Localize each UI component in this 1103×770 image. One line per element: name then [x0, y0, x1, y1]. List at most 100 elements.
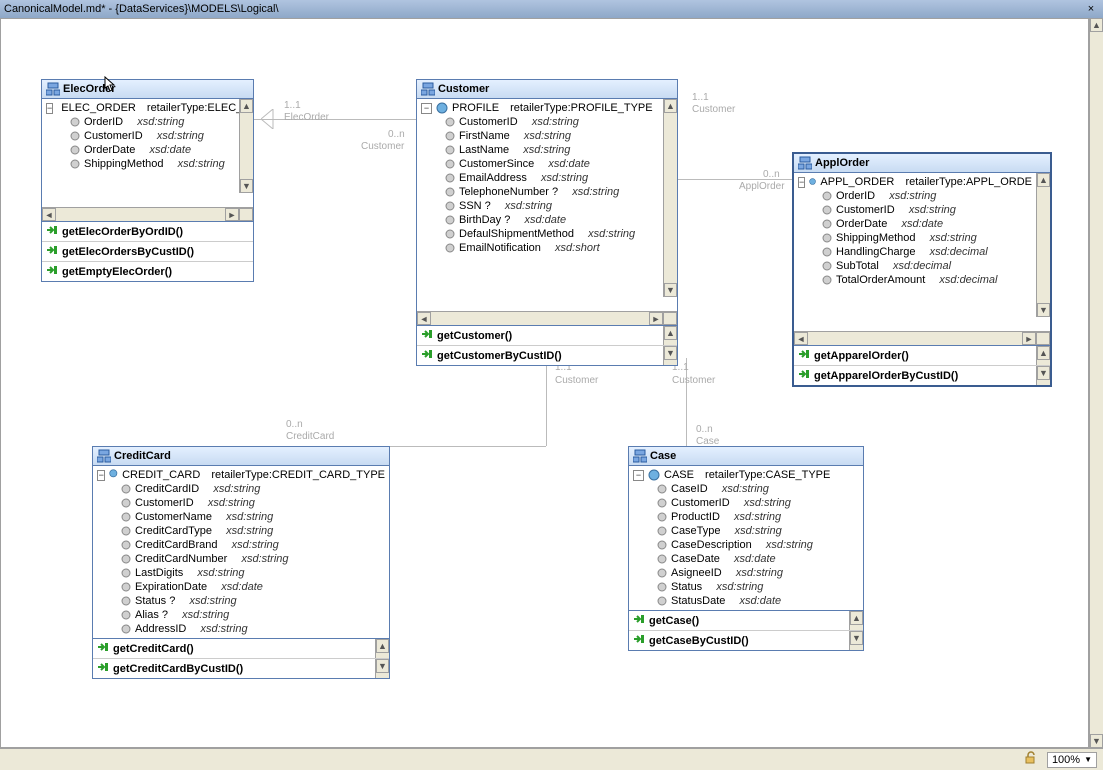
ops-scroll-up[interactable]: ▲ — [1036, 346, 1050, 365]
operation[interactable]: getCustomerByCustID() — [417, 346, 663, 365]
zoom-dropdown-icon[interactable]: ▼ — [1084, 755, 1092, 764]
entity-applorder[interactable]: ApplOrder − APPL_ORDER retailerType:APPL… — [792, 152, 1052, 387]
operation[interactable]: getCaseByCustID() — [629, 631, 849, 650]
attribute-row[interactable]: CustomerID xsd:string — [417, 115, 663, 129]
attribute-row[interactable]: CustomerID xsd:string — [794, 203, 1036, 217]
attribute-row[interactable]: ShippingMethod xsd:string — [42, 157, 239, 171]
ops-scroll-down[interactable]: ▼ — [663, 346, 677, 365]
attribute-icon — [657, 540, 667, 550]
entity-scrollbar[interactable]: ▲▼ — [663, 99, 677, 297]
entity-hscroll[interactable]: ◄► — [42, 207, 253, 221]
attribute-row[interactable]: CreditCardNumber xsd:string — [93, 552, 389, 566]
attribute-row[interactable]: CustomerID xsd:string — [93, 496, 389, 510]
entity-scrollbar[interactable]: ▲▼ — [239, 99, 253, 193]
attribute-row[interactable]: CaseID xsd:string — [629, 482, 863, 496]
entity-customer[interactable]: Customer − PROFILE retailerType:PROFILE_… — [416, 79, 678, 366]
operation[interactable]: getElecOrderByOrdID() — [42, 222, 253, 241]
attribute-row[interactable]: CreditCardBrand xsd:string — [93, 538, 389, 552]
operation[interactable]: getApparelOrder() — [794, 346, 1036, 365]
diagram-canvas[interactable]: 1..1 ElecOrder 0..n Customer 1..1 Custom… — [0, 18, 1089, 748]
ops-scroll-up[interactable]: ▲ — [849, 611, 863, 630]
ops-scroll-down[interactable]: ▼ — [849, 631, 863, 650]
entity-root[interactable]: − CASE retailerType:CASE_TYPE — [629, 468, 863, 482]
scroll-down-icon[interactable]: ▼ — [1090, 734, 1103, 748]
attribute-row[interactable]: Status xsd:string — [629, 580, 863, 594]
main-vscroll[interactable]: ▲ ▼ — [1089, 18, 1103, 748]
attribute-row[interactable]: AsigneeID xsd:string — [629, 566, 863, 580]
operation[interactable]: getCreditCardByCustID() — [93, 659, 375, 678]
entity-root[interactable]: − APPL_ORDER retailerType:APPL_ORDE — [794, 175, 1036, 189]
attribute-row[interactable]: CaseType xsd:string — [629, 524, 863, 538]
collapse-icon[interactable]: − — [46, 103, 53, 114]
operation[interactable]: getCustomer() — [417, 326, 663, 345]
attribute-row[interactable]: TelephoneNumber ? xsd:string — [417, 185, 663, 199]
attribute-row[interactable]: AddressID xsd:string — [93, 622, 389, 636]
entity-elecorder[interactable]: ElecOrder − ELEC_ORDER retailerType:ELEC… — [41, 79, 254, 282]
attribute-row[interactable]: OrderID xsd:string — [42, 115, 239, 129]
attribute-row[interactable]: ProductID xsd:string — [629, 510, 863, 524]
attribute-row[interactable]: ShippingMethod xsd:string — [794, 231, 1036, 245]
attribute-row[interactable]: StatusDate xsd:date — [629, 594, 863, 608]
operation[interactable]: getElecOrdersByCustID() — [42, 242, 253, 261]
entity-root[interactable]: − PROFILE retailerType:PROFILE_TYPE — [417, 101, 663, 115]
close-icon[interactable]: × — [1083, 3, 1099, 15]
operation-icon — [46, 264, 58, 279]
entity-header[interactable]: Customer — [417, 80, 677, 99]
attribute-row[interactable]: ExpirationDate xsd:date — [93, 580, 389, 594]
attribute-row[interactable]: BirthDay ? xsd:date — [417, 213, 663, 227]
attribute-name: OrderID — [836, 190, 875, 202]
entity-header[interactable]: CreditCard — [93, 447, 389, 466]
entity-hscroll[interactable]: ◄► — [417, 311, 677, 325]
attribute-row[interactable]: CustomerName xsd:string — [93, 510, 389, 524]
attribute-row[interactable]: LastName xsd:string — [417, 143, 663, 157]
attribute-row[interactable]: DefaulShipmentMethod xsd:string — [417, 227, 663, 241]
attribute-row[interactable]: SubTotal xsd:decimal — [794, 259, 1036, 273]
scroll-up-icon[interactable]: ▲ — [1090, 18, 1103, 32]
entity-hscroll[interactable]: ◄► — [794, 331, 1050, 345]
attribute-row[interactable]: CustomerID xsd:string — [629, 496, 863, 510]
ops-scroll-up[interactable]: ▲ — [375, 639, 389, 658]
attribute-row[interactable]: OrderID xsd:string — [794, 189, 1036, 203]
operation[interactable]: getCase() — [629, 611, 849, 630]
attribute-row[interactable]: CaseDescription xsd:string — [629, 538, 863, 552]
ops-scroll-up[interactable]: ▲ — [663, 326, 677, 345]
collapse-icon[interactable]: − — [798, 177, 805, 188]
attribute-row[interactable]: SSN ? xsd:string — [417, 199, 663, 213]
entity-root[interactable]: − ELEC_ORDER retailerType:ELEC_ — [42, 101, 239, 115]
root-type: retailerType:CASE_TYPE — [705, 469, 830, 481]
attribute-icon — [121, 568, 131, 578]
attribute-row[interactable]: EmailAddress xsd:string — [417, 171, 663, 185]
operation[interactable]: getCreditCard() — [93, 639, 375, 658]
attribute-row[interactable]: CreditCardType xsd:string — [93, 524, 389, 538]
lock-open-icon[interactable] — [1023, 751, 1037, 768]
attribute-row[interactable]: CaseDate xsd:date — [629, 552, 863, 566]
collapse-icon[interactable]: − — [421, 103, 432, 114]
zoom-control[interactable]: 100% ▼ — [1047, 752, 1097, 768]
attribute-row[interactable]: Status ? xsd:string — [93, 594, 389, 608]
attribute-row[interactable]: OrderDate xsd:date — [794, 217, 1036, 231]
entity-header[interactable]: ElecOrder — [42, 80, 253, 99]
entity-creditcard[interactable]: CreditCard − CREDIT_CARD retailerType:CR… — [92, 446, 390, 679]
entity-header[interactable]: Case — [629, 447, 863, 466]
attribute-row[interactable]: TotalOrderAmount xsd:decimal — [794, 273, 1036, 287]
attribute-row[interactable]: HandlingCharge xsd:decimal — [794, 245, 1036, 259]
attribute-row[interactable]: CustomerSince xsd:date — [417, 157, 663, 171]
attribute-row[interactable]: CustomerID xsd:string — [42, 129, 239, 143]
entity-scrollbar[interactable]: ▲▼ — [1036, 173, 1050, 317]
collapse-icon[interactable]: − — [633, 470, 644, 481]
attribute-name: CaseType — [671, 525, 721, 537]
ops-scroll-down[interactable]: ▼ — [1036, 366, 1050, 385]
attribute-row[interactable]: LastDigits xsd:string — [93, 566, 389, 580]
attribute-row[interactable]: OrderDate xsd:date — [42, 143, 239, 157]
operation[interactable]: getEmptyElecOrder() — [42, 262, 253, 281]
attribute-row[interactable]: CreditCardID xsd:string — [93, 482, 389, 496]
entity-case[interactable]: Case − CASE retailerType:CASE_TYPE CaseI… — [628, 446, 864, 651]
ops-scroll-down[interactable]: ▼ — [375, 659, 389, 678]
attribute-row[interactable]: FirstName xsd:string — [417, 129, 663, 143]
collapse-icon[interactable]: − — [97, 470, 105, 481]
attribute-row[interactable]: Alias ? xsd:string — [93, 608, 389, 622]
entity-header[interactable]: ApplOrder — [794, 154, 1050, 173]
operation[interactable]: getApparelOrderByCustID() — [794, 366, 1036, 385]
entity-root[interactable]: − CREDIT_CARD retailerType:CREDIT_CARD_T… — [93, 468, 389, 482]
attribute-row[interactable]: EmailNotification xsd:short — [417, 241, 663, 255]
